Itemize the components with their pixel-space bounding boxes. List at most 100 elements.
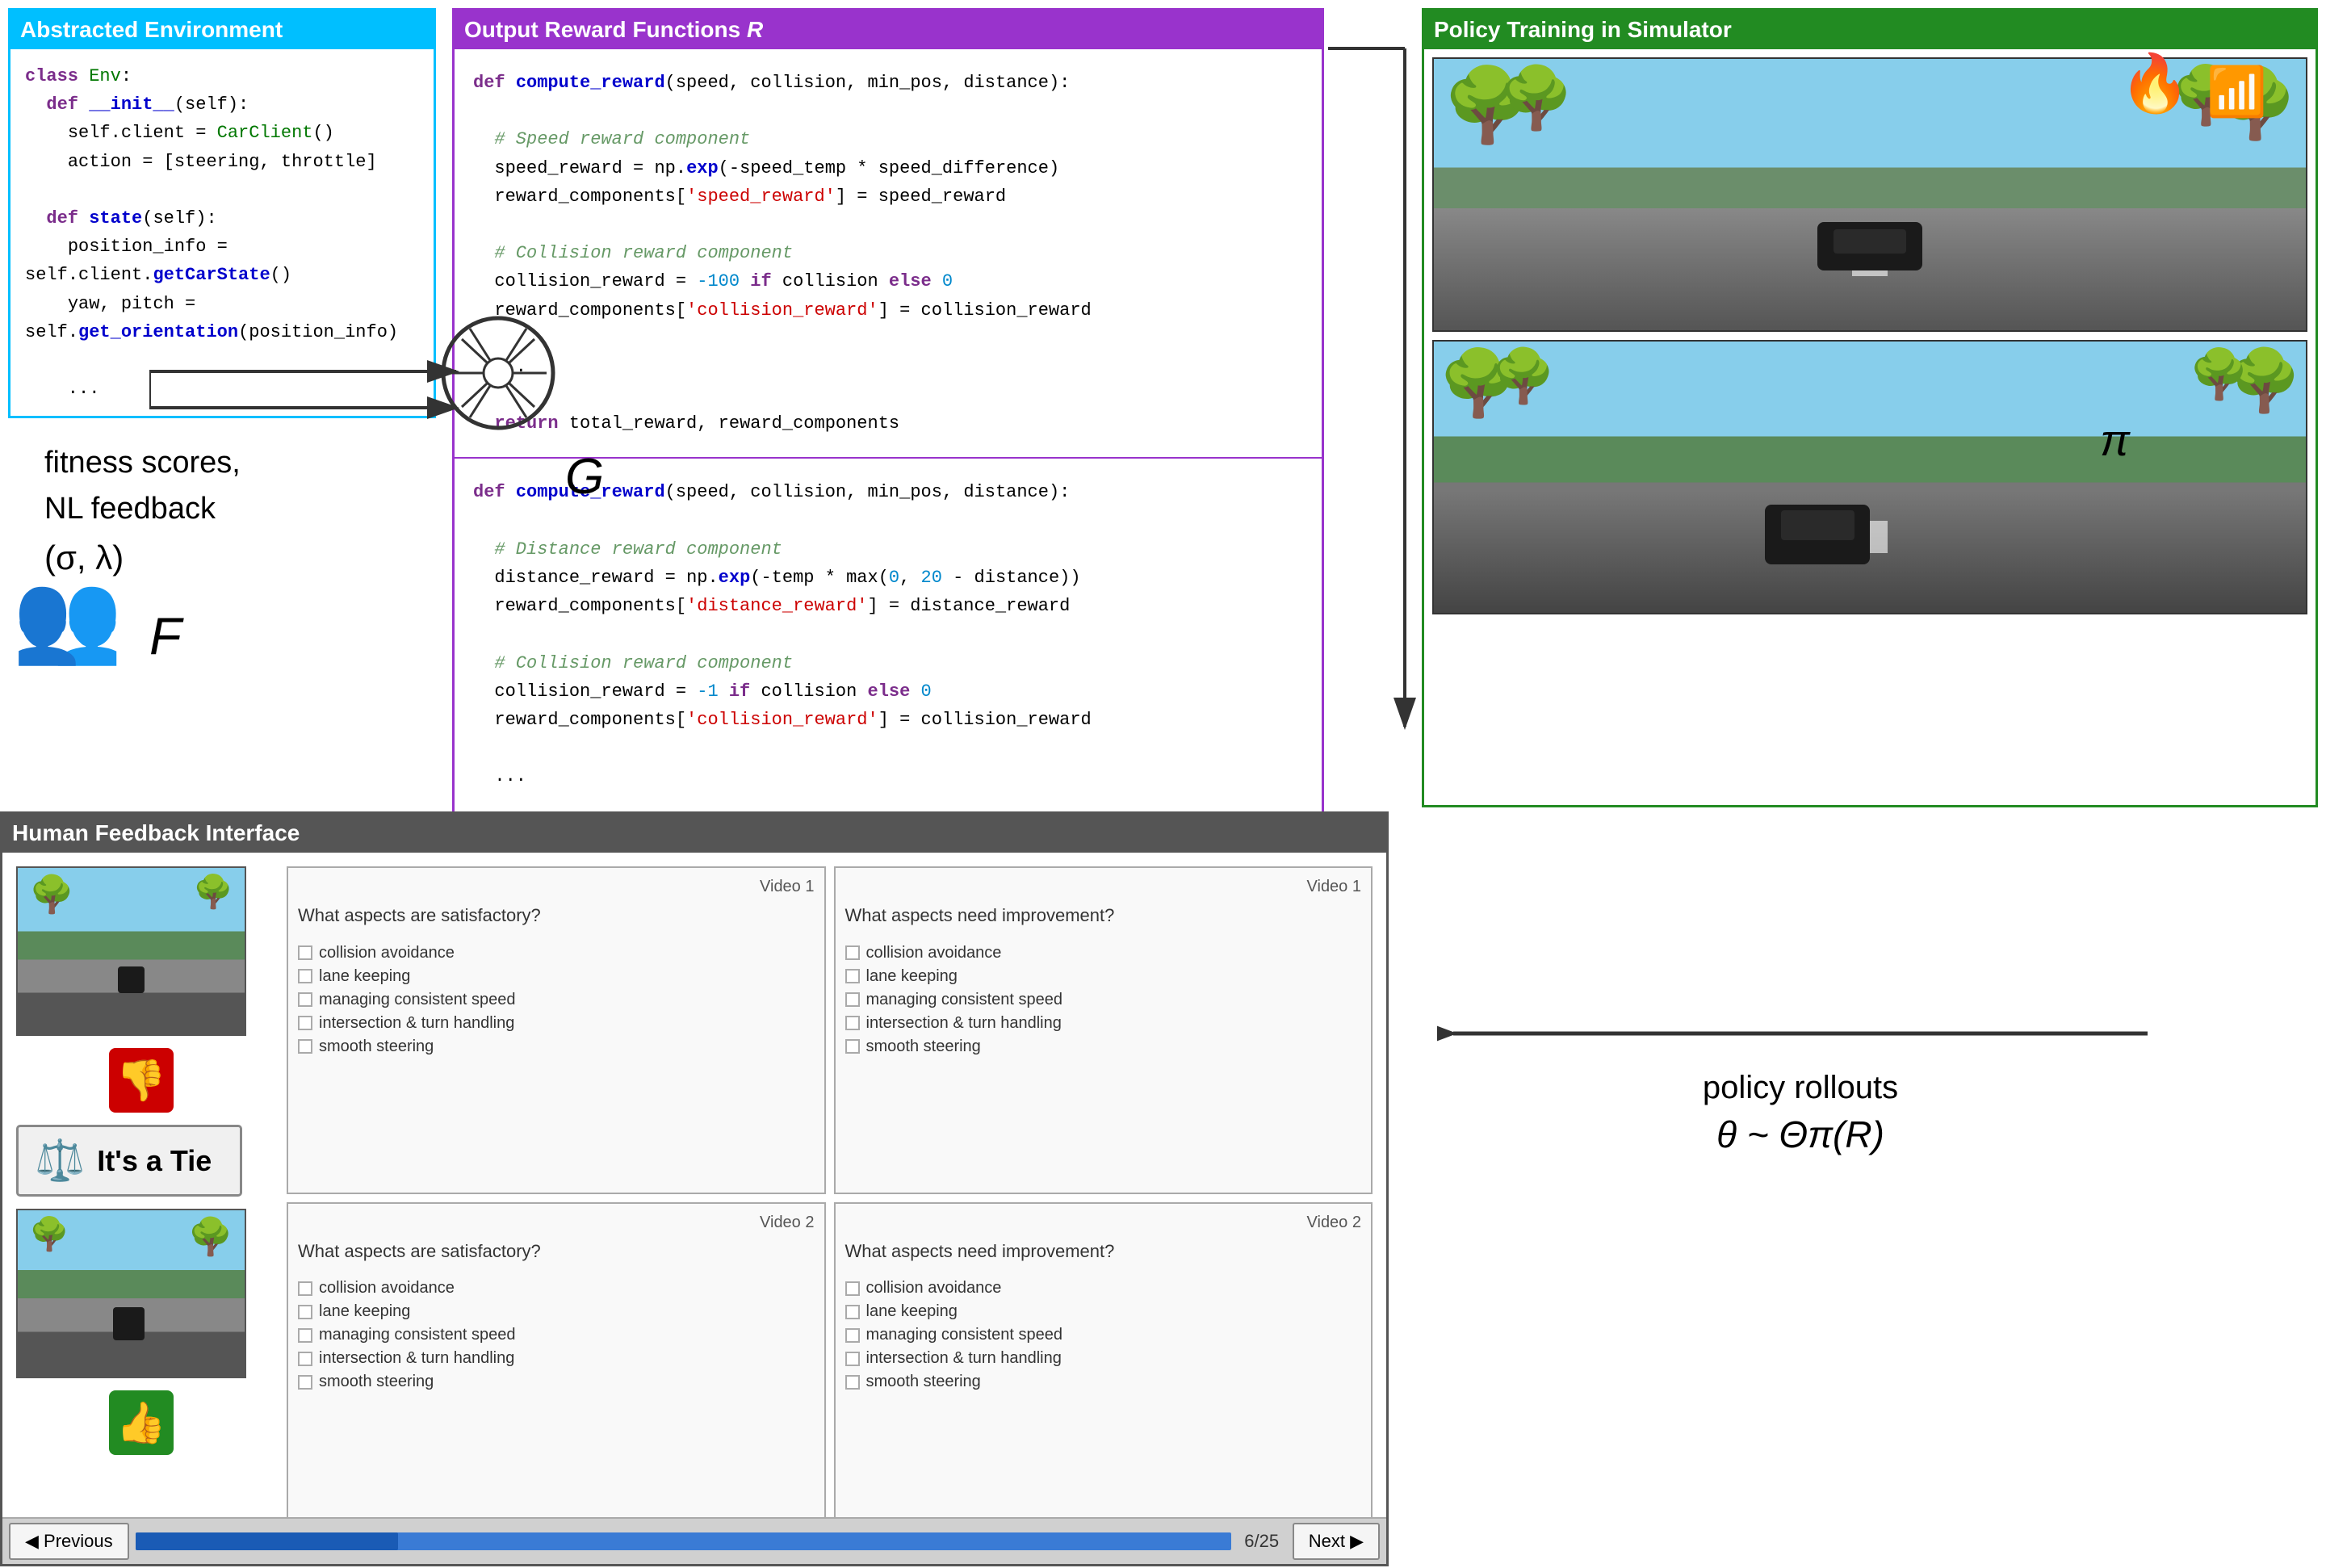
rollouts-label: policy rollouts (1397, 1070, 2204, 1106)
reward-code-2: def compute_reward(speed, collision, min… (469, 470, 1307, 855)
panel-v1-imp-label: Video 1 (845, 878, 1362, 896)
reward-section-1: def compute_reward(speed, collision, min… (455, 49, 1322, 459)
option-lane-c[interactable]: lane keeping (298, 1302, 815, 1321)
panel-v2-satisfactory: Video 2 What aspects are satisfactory? c… (287, 1202, 826, 1530)
option-speed-b[interactable]: managing consistent speed (845, 991, 1362, 1009)
option-speed[interactable]: managing consistent speed (298, 991, 815, 1009)
checkbox-19[interactable] (845, 1352, 860, 1366)
panel-v2-imp-question: What aspects need improvement? (845, 1240, 1362, 1264)
checkbox-13[interactable] (298, 1328, 312, 1343)
road-scene-2: 🌳 🌳 🌳 🌳 (1434, 342, 2306, 613)
theta-formula: θ ~ Θπ(R) (1397, 1113, 2204, 1156)
next-button[interactable]: Next ▶ (1293, 1523, 1380, 1560)
pi-label: π (2100, 414, 2130, 466)
checkbox-14[interactable] (298, 1352, 312, 1366)
code-line: def state(self): (25, 204, 419, 233)
checkbox-18[interactable] (845, 1328, 860, 1343)
checkbox-1[interactable] (298, 945, 312, 960)
checkbox-2[interactable] (298, 969, 312, 983)
hfi-left-panel: 🌳 🌳 👎 ⚖️ It's a Tie 🌳 🌳 (12, 862, 270, 1533)
panel-v2-imp-options: collision avoidance lane keeping managin… (845, 1279, 1362, 1391)
checkbox-8[interactable] (845, 992, 860, 1007)
code-line: position_info = self.client.getCarState(… (25, 233, 419, 289)
option-speed-c[interactable]: managing consistent speed (298, 1326, 815, 1344)
panel-v2-sat-label: Video 2 (298, 1214, 815, 1232)
policy-training-title: Policy Training in Simulator (1424, 10, 2316, 49)
option-speed-d[interactable]: managing consistent speed (845, 1326, 1362, 1344)
panel-v1-sat-options: collision avoidance lane keeping managin… (298, 944, 815, 1056)
checkbox-16[interactable] (845, 1281, 860, 1296)
option-intersection-d[interactable]: intersection & turn handling (845, 1349, 1362, 1368)
policy-image-2: 🌳 🌳 🌳 🌳 (1432, 340, 2307, 614)
hfi-feedback-panels: Video 1 What aspects are satisfactory? c… (283, 862, 1377, 1533)
option-lane[interactable]: lane keeping (298, 967, 815, 986)
option-collision-d[interactable]: collision avoidance (845, 1279, 1362, 1298)
checkbox-6[interactable] (845, 945, 860, 960)
hfi-container: Human Feedback Interface 🌳 🌳 👎 ⚖️ It's a… (0, 811, 1389, 1566)
option-collision-b[interactable]: collision avoidance (845, 944, 1362, 962)
openai-logo (440, 315, 557, 432)
option-intersection-b[interactable]: intersection & turn handling (845, 1014, 1362, 1033)
thumbs-down-button[interactable]: 👎 (109, 1048, 174, 1113)
checkbox-20[interactable] (845, 1375, 860, 1390)
panel-v2-sat-options: collision avoidance lane keeping managin… (298, 1279, 815, 1391)
hfi-title: Human Feedback Interface (2, 814, 1386, 853)
option-steering[interactable]: smooth steering (298, 1038, 815, 1056)
panel-v2-imp-label: Video 2 (845, 1214, 1362, 1232)
checkbox-10[interactable] (845, 1039, 860, 1054)
video-thumbnail-2: 🌳 🌳 (16, 1209, 246, 1378)
checkbox-7[interactable] (845, 969, 860, 983)
rollouts-arrow (1437, 1001, 2164, 1066)
policy-training-box: Policy Training in Simulator 🌳 🌳 🌳 🌳 🌳 (1422, 8, 2318, 807)
option-steering-c[interactable]: smooth steering (298, 1373, 815, 1391)
rollouts-area: policy rollouts θ ~ Θπ(R) (1397, 1001, 2204, 1156)
g-label: G (565, 448, 604, 505)
reward-functions-box: Output Reward Functions R def compute_re… (452, 8, 1324, 870)
checkbox-15[interactable] (298, 1375, 312, 1390)
video-thumbnail-1: 🌳 🌳 (16, 866, 246, 1036)
thumbs-up-button[interactable]: 👍 (109, 1390, 174, 1455)
code-line: def __init__(self): (25, 90, 419, 119)
option-lane-d[interactable]: lane keeping (845, 1302, 1362, 1321)
panel-v1-imp-question: What aspects need improvement? (845, 904, 1362, 928)
hfi-content: 🌳 🌳 👎 ⚖️ It's a Tie 🌳 🌳 (2, 853, 1386, 1543)
option-intersection-c[interactable]: intersection & turn handling (298, 1349, 815, 1368)
reward-title: Output Reward Functions R (455, 10, 1322, 49)
previous-button[interactable]: ◀ Previous (9, 1523, 129, 1560)
tie-button[interactable]: ⚖️ It's a Tie (16, 1125, 242, 1197)
option-intersection[interactable]: intersection & turn handling (298, 1014, 815, 1033)
panel-v1-improvement: Video 1 What aspects need improvement? c… (834, 866, 1373, 1194)
reward-code-1: def compute_reward(speed, collision, min… (469, 61, 1307, 446)
checkbox-5[interactable] (298, 1039, 312, 1054)
feedback-label: fitness scores, NL feedback (σ, λ) (44, 440, 241, 583)
human-icon: 👥 (12, 565, 123, 669)
policy-images: 🌳 🌳 🌳 🌳 🌳 🌳 🌳 🌳 (1424, 49, 2316, 623)
checkbox-3[interactable] (298, 992, 312, 1007)
option-steering-b[interactable]: smooth steering (845, 1038, 1362, 1056)
panel-v1-sat-question: What aspects are satisfactory? (298, 904, 815, 928)
nav-bar: ◀ Previous 6/25 Next ▶ (2, 1517, 1386, 1564)
f-label: F (149, 606, 182, 666)
option-lane-b[interactable]: lane keeping (845, 967, 1362, 986)
checkbox-17[interactable] (845, 1305, 860, 1319)
checkbox-12[interactable] (298, 1305, 312, 1319)
tie-label: It's a Tie (97, 1144, 212, 1178)
checkbox-9[interactable] (845, 1016, 860, 1030)
page-indicator: 6/25 (1238, 1531, 1286, 1552)
code-line: yaw, pitch = self.get_orientation(positi… (25, 290, 419, 346)
reward-section-2: def compute_reward(speed, collision, min… (455, 459, 1322, 866)
code-line: action = [steering, throttle] (25, 148, 419, 176)
abstracted-env-title: Abstracted Environment (10, 10, 434, 49)
checkbox-11[interactable] (298, 1281, 312, 1296)
fire-icon: 🔥 (2120, 51, 2190, 117)
code-line: self.client = CarClient() (25, 119, 419, 147)
panel-v2-improvement: Video 2 What aspects need improvement? c… (834, 1202, 1373, 1530)
option-collision[interactable]: collision avoidance (298, 944, 815, 962)
option-collision-c[interactable]: collision avoidance (298, 1279, 815, 1298)
progress-fill (136, 1532, 399, 1550)
checkbox-4[interactable] (298, 1016, 312, 1030)
panel-v1-imp-options: collision avoidance lane keeping managin… (845, 944, 1362, 1056)
panel-v1-sat-label: Video 1 (298, 878, 815, 896)
option-steering-d[interactable]: smooth steering (845, 1373, 1362, 1391)
scales-icon: ⚖️ (35, 1137, 85, 1184)
